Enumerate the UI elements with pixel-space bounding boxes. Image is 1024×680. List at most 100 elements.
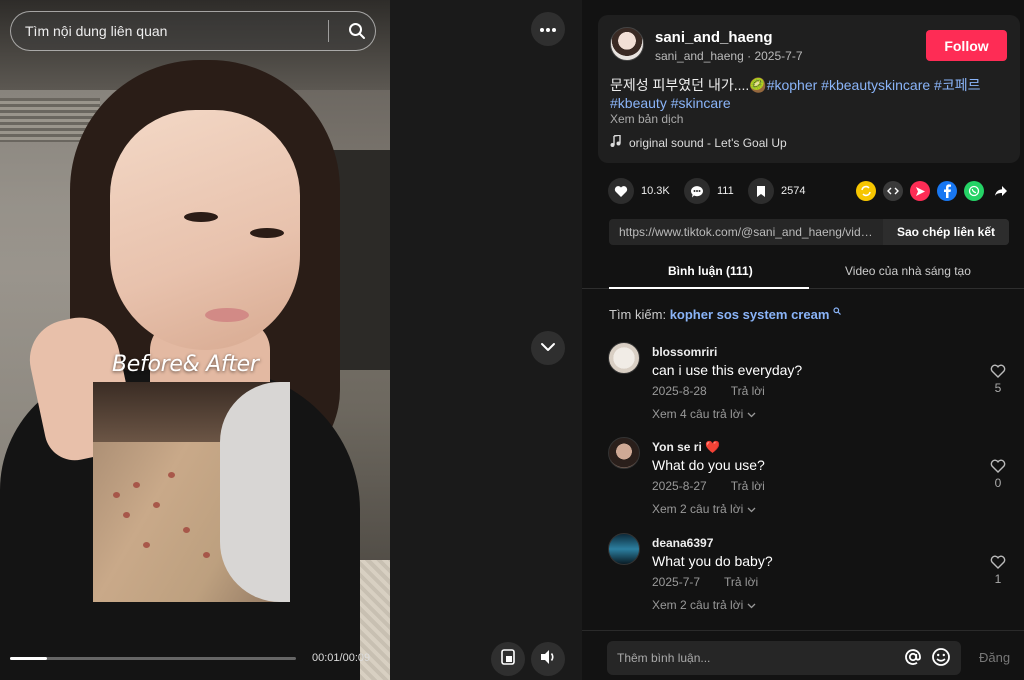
hashtag-links[interactable]: #kopher #kbeautyskincare #코페르	[767, 77, 981, 93]
view-replies-label: Xem 4 câu trả lời	[652, 407, 744, 421]
related-search-bar[interactable]: Tìm nội dung liên quan	[10, 11, 376, 51]
comment-date: 2025-8-28	[652, 384, 707, 398]
avatar[interactable]	[608, 533, 640, 565]
comment-item: Yon se ri ❤️ What do you use? 2025-8-27 …	[608, 437, 1008, 527]
whatsapp-icon[interactable]	[964, 181, 984, 201]
inset-background	[220, 382, 290, 602]
author-card: sani_and_haeng sani_and_haeng · 2025-7-7…	[598, 15, 1020, 163]
sound-name: original sound - Let's Goal Up	[629, 135, 787, 150]
chevron-down-icon	[747, 598, 756, 612]
send-icon[interactable]	[910, 181, 930, 201]
comment-text: can i use this everyday?	[652, 362, 803, 378]
like-button[interactable]: 10.3K	[608, 178, 670, 204]
inset-spot	[153, 502, 160, 508]
suggestion-keyword[interactable]: kopher sos system cream	[670, 307, 830, 322]
translate-link[interactable]: Xem bản dịch	[610, 112, 683, 126]
heart-icon	[608, 178, 634, 204]
repost-icon[interactable]	[856, 181, 876, 201]
comment-button[interactable]: 111	[684, 178, 734, 204]
video-pane: Before& After Tìm nội dung liên quan 00:…	[0, 0, 582, 680]
follow-button[interactable]: Follow	[926, 30, 1007, 61]
embed-icon[interactable]	[883, 181, 903, 201]
comment-like-button[interactable]: 1	[988, 555, 1008, 586]
comment-item: deana6397 What you do baby? 2025-7-7 Trả…	[608, 533, 1008, 623]
share-link-row: https://www.tiktok.com/@sani_and_haeng/v…	[609, 219, 1009, 245]
panel-tabs: Bình luận (111) Video của nhà sáng tạo	[582, 257, 1024, 289]
comment-like-count: 0	[994, 476, 1002, 490]
avatar[interactable]	[608, 342, 640, 374]
chevron-down-icon	[747, 407, 756, 421]
share-url[interactable]: https://www.tiktok.com/@sani_and_haeng/v…	[609, 219, 883, 245]
video-person-eye	[250, 228, 284, 238]
next-video-button[interactable]	[531, 331, 565, 365]
search-icon	[833, 307, 841, 322]
reply-button[interactable]: Trả lời	[731, 384, 765, 398]
chevron-down-icon	[540, 339, 556, 357]
save-count: 2574	[781, 185, 806, 197]
hashtag-links-2[interactable]: #kbeauty #skincare	[610, 95, 731, 111]
comment-meta: 2025-7-7 Trả lời	[652, 575, 758, 589]
avatar[interactable]	[610, 27, 644, 61]
view-replies-button[interactable]: Xem 2 câu trả lời	[652, 502, 756, 516]
video-time: 00:01/00:09	[312, 652, 371, 664]
music-note-icon	[610, 134, 621, 150]
comment-like-button[interactable]: 0	[988, 459, 1008, 490]
emoji-icon[interactable]	[931, 647, 951, 670]
inset-spot	[168, 472, 175, 478]
post-comment-button[interactable]: Đăng	[979, 650, 1010, 665]
inset-spot	[133, 482, 140, 488]
copy-link-button[interactable]: Sao chép liên kết	[883, 219, 1009, 245]
active-tab-indicator	[609, 287, 809, 289]
inset-spot	[143, 542, 150, 548]
before-photo-inset	[93, 382, 290, 602]
comment-like-count: 5	[994, 381, 1002, 395]
sound-link[interactable]: original sound - Let's Goal Up	[610, 134, 787, 150]
comment-username[interactable]: blossomriri	[652, 345, 717, 359]
facebook-icon[interactable]	[937, 181, 957, 201]
suggestion-prefix: Tìm kiếm:	[609, 307, 667, 322]
tab-comments[interactable]: Bình luận (111)	[668, 264, 753, 278]
comment-text: What you do baby?	[652, 553, 773, 569]
tab-creator-videos[interactable]: Video của nhà sáng tạo	[845, 264, 971, 278]
reply-button[interactable]: Trả lời	[724, 575, 758, 589]
heart-icon	[990, 459, 1006, 476]
volume-button[interactable]	[531, 642, 565, 676]
comment-username[interactable]: Yon se ri ❤️	[652, 440, 720, 454]
floating-player-button[interactable]	[491, 642, 525, 676]
view-replies-button[interactable]: Xem 2 câu trả lời	[652, 598, 756, 612]
comment-meta: 2025-8-28 Trả lời	[652, 384, 765, 398]
view-replies-button[interactable]: Xem 4 câu trả lời	[652, 407, 756, 421]
view-replies-label: Xem 2 câu trả lời	[652, 598, 744, 612]
search-icon[interactable]	[339, 13, 375, 49]
search-suggestion[interactable]: Tìm kiếm: kopher sos system cream	[609, 307, 841, 322]
at-icon[interactable]	[903, 647, 923, 670]
author-username[interactable]: sani_and_haeng	[655, 29, 773, 46]
comment-item: blossomriri can i use this everyday? 202…	[608, 342, 1008, 432]
heart-icon	[990, 364, 1006, 381]
more-options-button[interactable]	[531, 12, 565, 46]
comment-like-count: 1	[994, 572, 1002, 586]
action-bar: 10.3K 111 2574	[608, 178, 1008, 206]
video-person-lips	[205, 308, 249, 322]
share-arrow-icon[interactable]	[991, 181, 1011, 201]
inset-spot	[113, 492, 120, 498]
comment-meta: 2025-8-27 Trả lời	[652, 479, 765, 493]
comment-username[interactable]: deana6397	[652, 536, 713, 550]
avatar[interactable]	[608, 437, 640, 469]
bookmark-icon	[748, 178, 774, 204]
more-icon	[539, 20, 557, 38]
post-date: 2025-7-7	[754, 49, 803, 63]
reply-button[interactable]: Trả lời	[731, 479, 765, 493]
video-progress-bar[interactable]	[10, 657, 296, 660]
comment-count: 111	[717, 185, 734, 197]
comment-like-button[interactable]: 5	[988, 364, 1008, 395]
comment-input[interactable]: Thêm bình luận...	[607, 641, 961, 675]
search-input[interactable]: Tìm nội dung liên quan	[25, 23, 328, 39]
save-button[interactable]: 2574	[748, 178, 805, 204]
video-player[interactable]: Before& After Tìm nội dung liên quan 00:…	[0, 0, 390, 680]
like-count: 10.3K	[641, 185, 670, 197]
comment-input-placeholder: Thêm bình luận...	[617, 651, 711, 665]
comment-composer: Thêm bình luận... Đăng	[582, 630, 1024, 680]
description-text: 문제성 피부였던 내가....🥝	[610, 77, 767, 93]
heart-icon	[990, 555, 1006, 572]
